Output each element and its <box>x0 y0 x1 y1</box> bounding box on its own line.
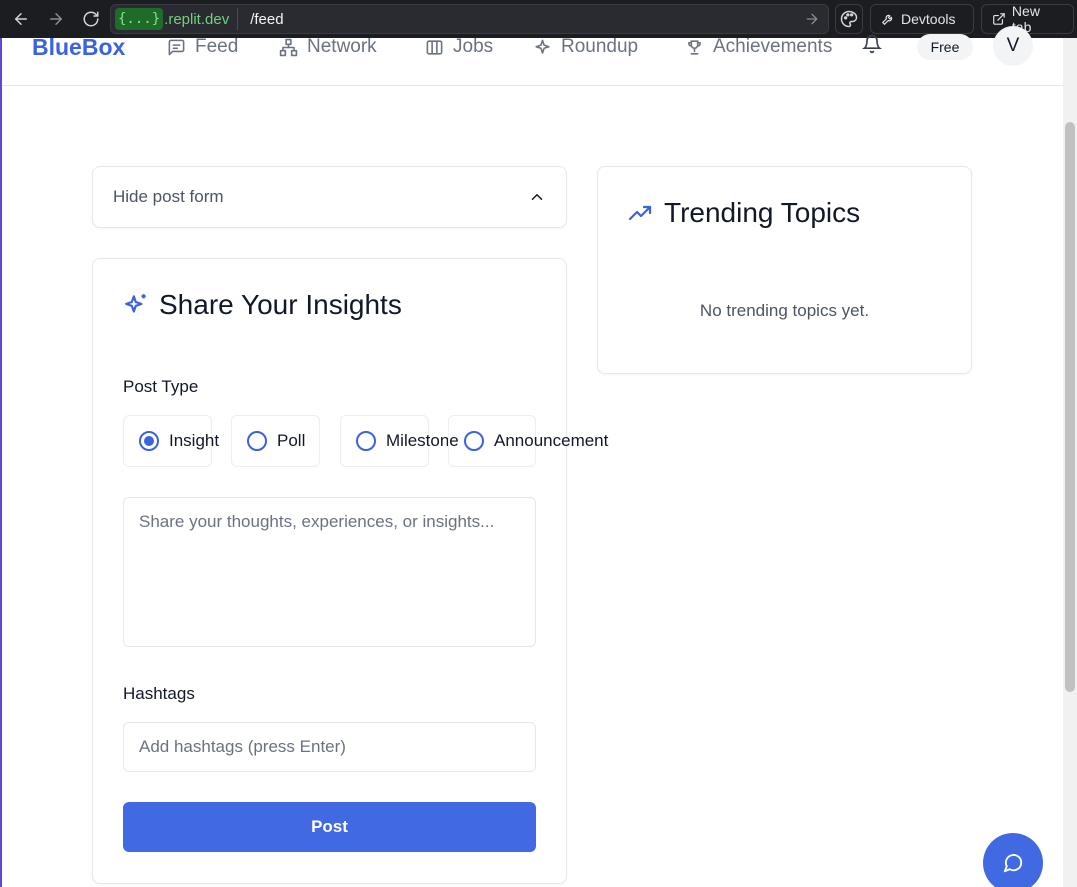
radio-button[interactable] <box>247 431 267 451</box>
url-host: {...} .replit.dev <box>111 5 229 33</box>
url-divider <box>237 8 239 30</box>
new-tab-button[interactable]: New tab <box>981 3 1074 35</box>
nav-item-roundup[interactable]: Roundup <box>533 36 638 58</box>
nav-label: Roundup <box>561 36 639 57</box>
sparkles-icon <box>535 39 550 54</box>
trophy-icon <box>688 39 701 55</box>
nav-item-network[interactable]: Network <box>279 36 377 58</box>
nav-item-jobs[interactable]: Jobs <box>425 36 493 58</box>
nav-label: Network <box>307 36 377 57</box>
plan-badge: Free <box>917 34 973 60</box>
hashtags-input[interactable] <box>123 722 536 772</box>
chevron-up-icon <box>531 194 543 200</box>
arrow-left-icon <box>15 13 27 25</box>
reload-button[interactable] <box>76 4 106 34</box>
radio-button[interactable] <box>356 431 376 451</box>
scrollbar-thumb[interactable] <box>1065 122 1075 692</box>
radio-label: Announcement <box>494 431 609 450</box>
post-button[interactable]: Post <box>123 802 536 852</box>
post-type-announcement[interactable]: Announcement <box>448 415 608 467</box>
devtools-button[interactable]: Devtools <box>870 4 974 34</box>
address-bar[interactable]: {...} .replit.dev /feed <box>110 4 829 34</box>
logo[interactable]: BlueBox <box>32 34 125 61</box>
radio-button[interactable] <box>464 431 484 451</box>
post-form-title-text: Share Your Insights <box>159 289 402 320</box>
avatar[interactable]: V <box>993 26 1033 66</box>
post-form-toggle[interactable]: Hide post form <box>92 166 567 228</box>
post-type-milestone[interactable]: Milestone <box>340 415 459 467</box>
forward-button[interactable] <box>41 4 71 34</box>
external-link-icon <box>993 13 1005 25</box>
post-form-card: Share Your Insights Post Type Insight Po… <box>92 258 608 884</box>
url-path[interactable]: /feed <box>250 11 283 28</box>
post-type-label: Post Type <box>123 377 199 396</box>
theme-button[interactable] <box>835 4 863 34</box>
reload-icon <box>83 11 99 27</box>
nav-label: Achievements <box>713 36 833 57</box>
columns-icon <box>426 39 443 55</box>
trending-title: Trending Topics <box>628 197 860 229</box>
app-header: BlueBox Feed Network Jobs Roundup Achiev… <box>2 26 1063 86</box>
radio-label: Insight <box>169 431 220 450</box>
chat-bubble-icon <box>1003 854 1023 873</box>
nav-label: Jobs <box>453 36 494 57</box>
url-badge: {...} <box>115 8 164 30</box>
back-button[interactable] <box>6 4 36 34</box>
radio-label: Poll <box>277 431 306 450</box>
palette-icon <box>840 10 858 28</box>
post-form-title: Share Your Insights <box>123 289 402 321</box>
page-border <box>0 38 2 887</box>
post-type-radio-group: Insight Poll Milestone Announcement <box>123 415 608 467</box>
devtools-label: Devtools <box>901 11 956 27</box>
url-domain: .replit.dev <box>164 10 230 28</box>
trending-empty-message: No trending topics yet. <box>699 301 870 320</box>
browser-toolbar: {...} .replit.dev /feed Devtools New tab <box>0 0 1077 38</box>
scrollbar[interactable] <box>1063 38 1077 887</box>
nav-label: Feed <box>195 36 239 57</box>
nav-item-feed[interactable]: Feed <box>167 36 238 58</box>
hashtags-label: Hashtags <box>123 684 195 703</box>
network-icon <box>279 38 298 56</box>
wrench-icon <box>881 14 893 26</box>
trending-topics-card: Trending Topics No trending topics yet. <box>597 166 972 374</box>
sparkles-icon <box>125 294 146 313</box>
chat-button[interactable] <box>983 833 1043 887</box>
trending-up-icon <box>628 205 652 221</box>
post-type-poll[interactable]: Poll <box>231 415 320 467</box>
radio-button[interactable] <box>139 431 159 451</box>
post-form-toggle-label: Hide post form <box>113 187 224 206</box>
post-type-insight[interactable]: Insight <box>123 415 219 467</box>
message-square-icon <box>168 39 185 55</box>
post-content-textarea[interactable] <box>123 497 536 647</box>
trending-title-text: Trending Topics <box>664 197 861 228</box>
nav-item-achievements[interactable]: Achievements <box>685 36 832 58</box>
go-arrow-icon[interactable] <box>804 11 820 27</box>
arrow-right-icon <box>50 13 62 25</box>
bell-icon[interactable] <box>862 34 882 54</box>
